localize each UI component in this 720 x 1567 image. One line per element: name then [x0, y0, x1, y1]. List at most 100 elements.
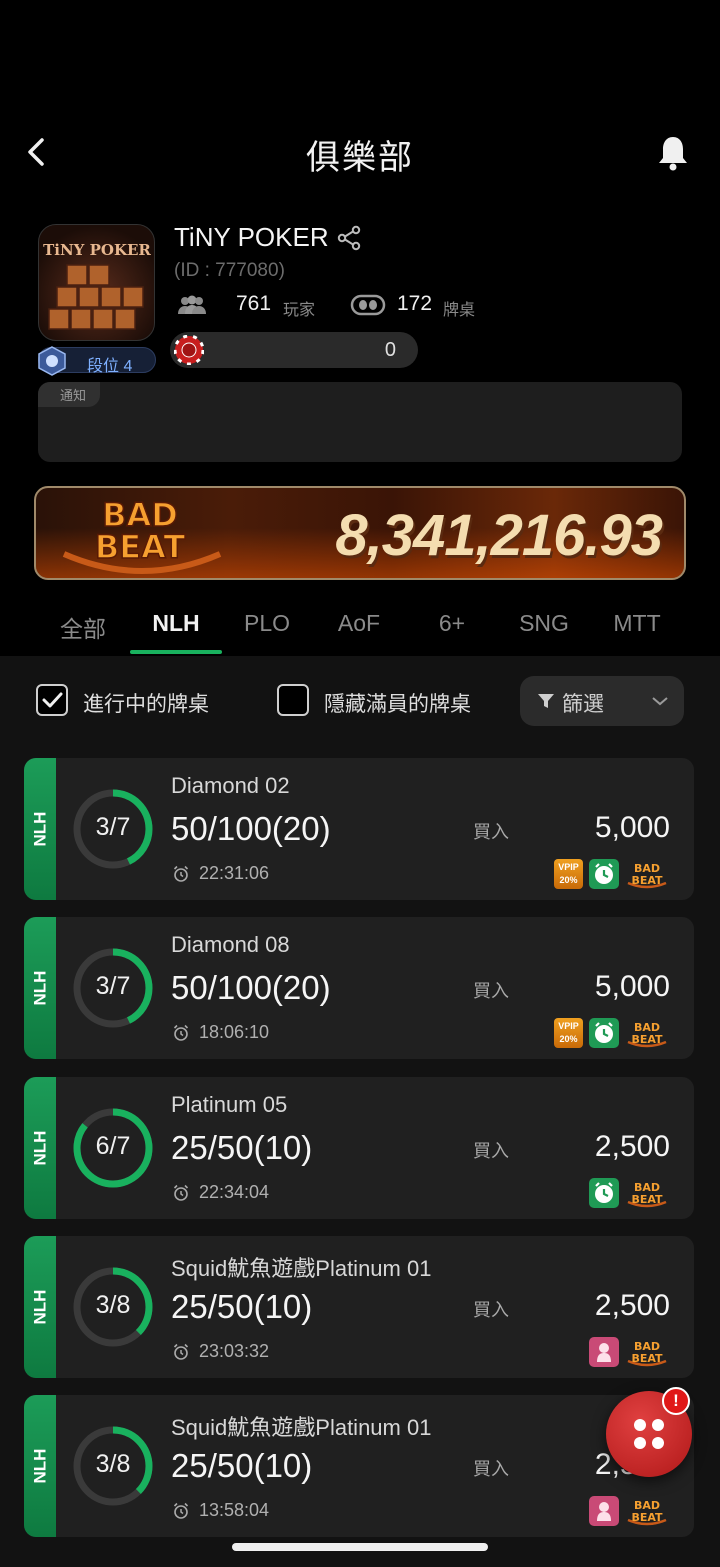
- table-blinds: 25/50(10): [171, 1288, 313, 1325]
- timer-badge-icon: [589, 1178, 619, 1208]
- alarm-clock-icon: [173, 1024, 189, 1041]
- table-start-time: 18:06:10: [199, 1022, 270, 1042]
- alarm-clock-icon: [173, 865, 189, 882]
- home-indicator[interactable]: [232, 1543, 488, 1551]
- bad-beat-badge-icon: BAD BEAT: [627, 1181, 667, 1208]
- active-tab-indicator: [130, 650, 222, 654]
- bad-beat-badge-icon: BAD BEAT: [627, 1021, 667, 1048]
- game-type-stripe: NLH: [24, 758, 56, 900]
- rank-label: 段位 4: [87, 358, 133, 375]
- game-type-label: NLH: [30, 1130, 50, 1166]
- page-title: 俱樂部: [306, 139, 414, 177]
- game-type-stripe: NLH: [24, 1395, 56, 1537]
- buyin-amount: 2,500: [594, 1130, 670, 1163]
- seat-count: 3/7: [95, 813, 131, 841]
- buyin-amount: 5,000: [594, 811, 670, 844]
- seat-count: 6/7: [95, 1132, 131, 1160]
- alert-badge: !: [662, 1387, 690, 1415]
- squid-game-badge-icon: [589, 1496, 619, 1526]
- tab-6plus[interactable]: 6+: [406, 610, 498, 637]
- hide-full-label[interactable]: 隱藏滿員的牌桌: [324, 688, 471, 718]
- game-type-stripe: NLH: [24, 1236, 56, 1378]
- jackpot-amount: 8,341,216.93: [335, 503, 663, 568]
- svg-text:BEAT: BEAT: [631, 1033, 663, 1046]
- table-blinds: 25/50(10): [171, 1447, 313, 1484]
- game-type-tabs: 全部 NLH PLO AoF 6+ SNG MTT: [0, 600, 720, 656]
- tab-sng[interactable]: SNG: [498, 610, 590, 637]
- chip-balance-bar[interactable]: 0: [170, 332, 418, 368]
- rank-shield-icon: [38, 346, 66, 376]
- table-blinds: 25/50(10): [171, 1129, 313, 1166]
- table-card[interactable]: NLH 3/7 Diamond 02 50/100(20) 22:31:06 買…: [24, 758, 694, 900]
- alarm-clock-icon: [173, 1184, 189, 1201]
- in-progress-label[interactable]: 進行中的牌桌: [83, 688, 209, 718]
- bad-beat-badge-icon: BAD BEAT: [627, 1340, 667, 1367]
- game-type-stripe: NLH: [24, 917, 56, 1059]
- buyin-label: 買入: [473, 822, 509, 842]
- chevron-down-icon: [652, 697, 668, 706]
- tables-count: 172: [397, 292, 433, 315]
- table-name: Squid魷魚遊戲Platinum 01: [171, 1256, 432, 1281]
- svg-text:BEAT: BEAT: [631, 1352, 663, 1365]
- tables-icon: [350, 294, 386, 316]
- table-card[interactable]: NLH 3/8 Squid魷魚遊戲Platinum 01 25/50(10) 2…: [24, 1236, 694, 1378]
- table-name: Diamond 02: [171, 773, 290, 798]
- tab-nlh[interactable]: NLH: [130, 610, 222, 637]
- table-card[interactable]: NLH 3/7 Diamond 08 50/100(20) 18:06:10 買…: [24, 917, 694, 1059]
- tab-mtt[interactable]: MTT: [591, 610, 683, 637]
- game-type-label: NLH: [30, 1448, 50, 1484]
- filter-dropdown[interactable]: 篩選: [520, 676, 684, 726]
- table-name: Diamond 08: [171, 932, 290, 957]
- in-progress-checkbox[interactable]: [36, 684, 68, 716]
- table-card[interactable]: NLH 6/7 Platinum 05 25/50(10) 22:34:04 買…: [24, 1077, 694, 1219]
- buyin-label: 買入: [473, 1300, 509, 1320]
- squid-game-badge-icon: [589, 1337, 619, 1367]
- club-id: (ID : 777080): [174, 260, 285, 281]
- game-type-label: NLH: [30, 970, 50, 1006]
- game-type-label: NLH: [30, 811, 50, 847]
- alarm-clock-icon: [173, 1343, 189, 1360]
- table-blinds: 50/100(20): [171, 810, 331, 847]
- seat-count: 3/8: [95, 1291, 131, 1319]
- buyin-label: 買入: [473, 981, 509, 1001]
- players-unit: 玩家: [283, 302, 316, 319]
- poker-chip-icon: [174, 335, 204, 365]
- alarm-clock-icon: [173, 1502, 189, 1519]
- svg-text:BEAT: BEAT: [631, 1511, 663, 1524]
- chip-balance-value: 0: [384, 339, 396, 361]
- tab-plo[interactable]: PLO: [221, 610, 313, 637]
- buyin-label: 買入: [473, 1459, 509, 1479]
- tables-unit: 牌桌: [443, 302, 476, 319]
- timer-badge-icon: [589, 1018, 619, 1048]
- club-name: TiNY POKER: [174, 222, 329, 252]
- table-start-time: 22:34:04: [199, 1182, 270, 1202]
- table-name: Platinum 05: [171, 1092, 288, 1117]
- table-blinds: 50/100(20): [171, 969, 331, 1006]
- svg-text:BEAT: BEAT: [95, 528, 186, 566]
- funnel-icon: [538, 694, 554, 708]
- bad-beat-jackpot-banner[interactable]: BAD BEAT 8,341,216.93: [34, 486, 686, 580]
- share-icon[interactable]: [336, 225, 362, 251]
- tab-all[interactable]: 全部: [37, 610, 129, 644]
- club-header: 俱樂部 TiNY POKER 段位 4 TiNY POKER (ID: 777…: [0, 0, 720, 655]
- checkmark-icon: [42, 692, 63, 708]
- grid-dots-icon: [634, 1419, 664, 1449]
- vpip-badge-icon: VPIP 20%: [554, 1018, 583, 1048]
- bad-beat-badge-icon: BAD BEAT: [627, 862, 667, 889]
- tab-aof[interactable]: AoF: [313, 610, 405, 637]
- club-logo-text: TiNY POKER: [43, 241, 151, 259]
- seat-count: 3/8: [95, 1450, 131, 1478]
- bell-icon[interactable]: [654, 132, 692, 172]
- table-start-time: 13:58:04: [199, 1500, 270, 1520]
- notice-box[interactable]: 通知: [38, 382, 682, 462]
- vpip-badge-icon: VPIP 20%: [554, 859, 583, 889]
- seat-count: 3/7: [95, 972, 131, 1000]
- table-card[interactable]: NLH 3/8 Squid魷魚遊戲Platinum 01 25/50(10) 1…: [24, 1395, 694, 1537]
- buyin-amount: 2,500: [594, 1289, 670, 1322]
- timer-badge-icon: [589, 859, 619, 889]
- club-logo: TiNY POKER: [38, 224, 155, 341]
- hide-full-checkbox[interactable]: [277, 684, 309, 716]
- buyin-amount: 5,000: [594, 970, 670, 1003]
- players-icon: [178, 295, 206, 314]
- game-type-stripe: NLH: [24, 1077, 56, 1219]
